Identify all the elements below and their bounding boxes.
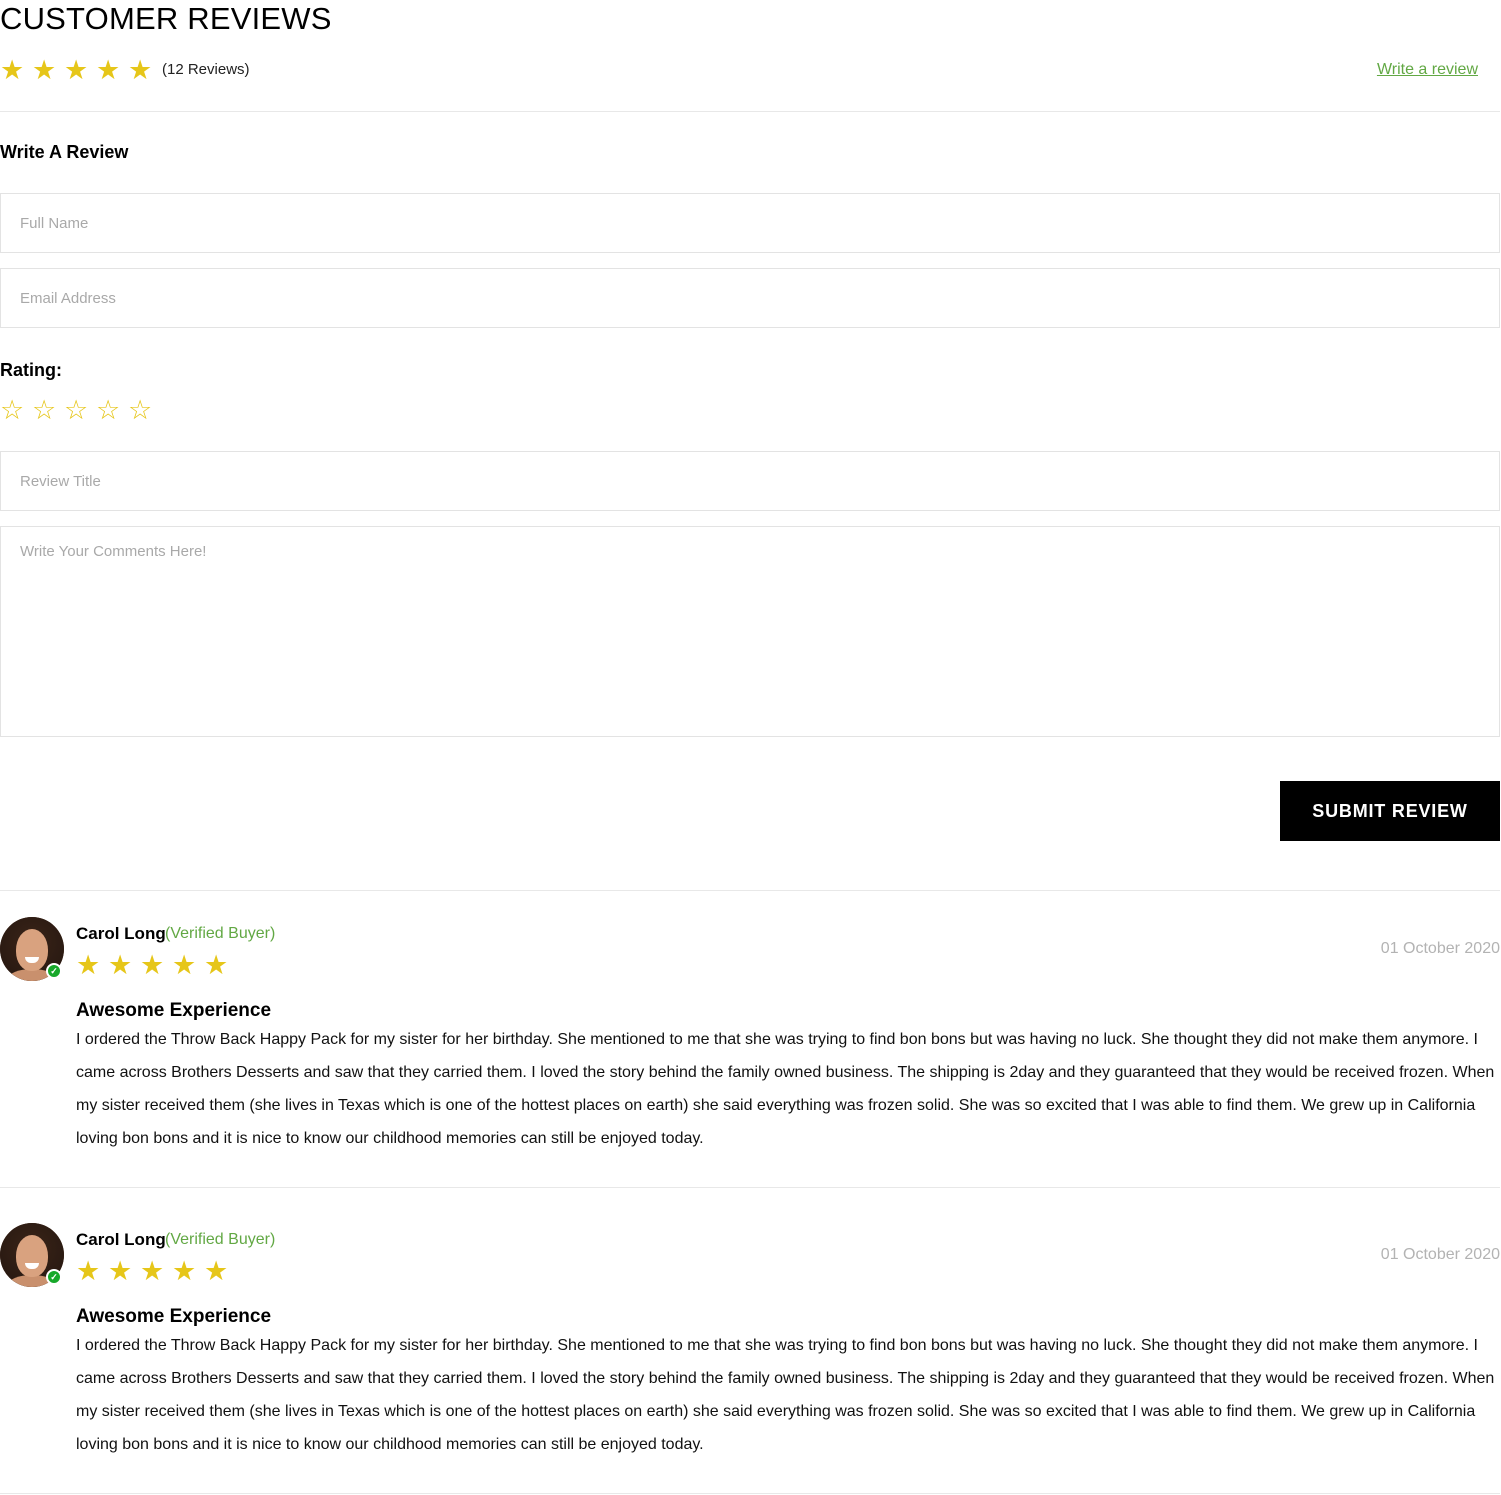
star-icon: ★ (204, 950, 229, 980)
star-icon: ★ (108, 950, 133, 980)
review-rating-stars: ★ ★ ★ ★ ★ (76, 949, 236, 981)
star-icon: ★ (76, 1256, 101, 1286)
star-icon: ★ (140, 1256, 165, 1286)
rating-label: Rating: (0, 360, 62, 380)
email-input[interactable] (0, 268, 1500, 328)
review-title: Awesome Experience (76, 1306, 272, 1327)
full-name-input[interactable] (0, 193, 1500, 253)
review-item: ✓ Carol Long (Verified Buyer) ★ ★ ★ ★ ★ … (0, 917, 1500, 1207)
star-icon: ★ (172, 950, 197, 980)
review-date: 01 October 2020 (1380, 940, 1500, 957)
check-circle-icon: ✓ (46, 1269, 62, 1285)
star-outline-icon[interactable]: ☆ (128, 394, 160, 426)
review-rating-stars: ★ ★ ★ ★ ★ (76, 1255, 236, 1287)
reviewer-name: Carol Long (76, 924, 166, 943)
submit-review-button[interactable]: SUBMIT REVIEW (1280, 781, 1500, 841)
star-outline-icon[interactable]: ☆ (64, 394, 96, 426)
star-icon: ★ (32, 55, 57, 85)
form-heading: Write A Review (0, 142, 129, 162)
star-icon: ★ (64, 55, 89, 85)
star-icon: ★ (128, 55, 153, 85)
star-outline-icon[interactable]: ☆ (96, 394, 128, 426)
divider (0, 890, 1500, 891)
star-outline-icon[interactable]: ☆ (0, 394, 32, 426)
review-title-input[interactable] (0, 451, 1500, 511)
star-icon: ★ (204, 1256, 229, 1286)
star-icon: ★ (96, 55, 121, 85)
divider (0, 111, 1500, 112)
star-icon: ★ (0, 55, 25, 85)
review-count: (12 Reviews) (162, 61, 250, 78)
review-title: Awesome Experience (76, 1000, 272, 1021)
star-icon: ★ (172, 1256, 197, 1286)
star-icon: ★ (76, 950, 101, 980)
star-icon: ★ (108, 1256, 133, 1286)
review-item: ✓ Carol Long (Verified Buyer) ★ ★ ★ ★ ★ … (0, 1223, 1500, 1495)
comments-textarea[interactable] (0, 526, 1500, 737)
reviewer-name: Carol Long (76, 1230, 166, 1249)
rating-input[interactable]: ☆ ☆ ☆ ☆ ☆ (0, 394, 160, 426)
write-review-link[interactable]: Write a review (1377, 60, 1478, 80)
page-title: CUSTOMER REVIEWS (0, 1, 332, 36)
check-circle-icon: ✓ (46, 963, 62, 979)
star-icon: ★ (140, 950, 165, 980)
review-body: I ordered the Throw Back Happy Pack for … (76, 1031, 1495, 1147)
divider (0, 1493, 1500, 1494)
verified-buyer-label: (Verified Buyer) (165, 1231, 276, 1248)
divider (0, 1187, 1500, 1188)
verified-buyer-label: (Verified Buyer) (165, 925, 276, 942)
star-outline-icon[interactable]: ☆ (32, 394, 64, 426)
review-body: I ordered the Throw Back Happy Pack for … (76, 1337, 1495, 1453)
summary-rating-stars: ★ ★ ★ ★ ★ (0, 54, 160, 86)
review-date: 01 October 2020 (1380, 1246, 1500, 1263)
